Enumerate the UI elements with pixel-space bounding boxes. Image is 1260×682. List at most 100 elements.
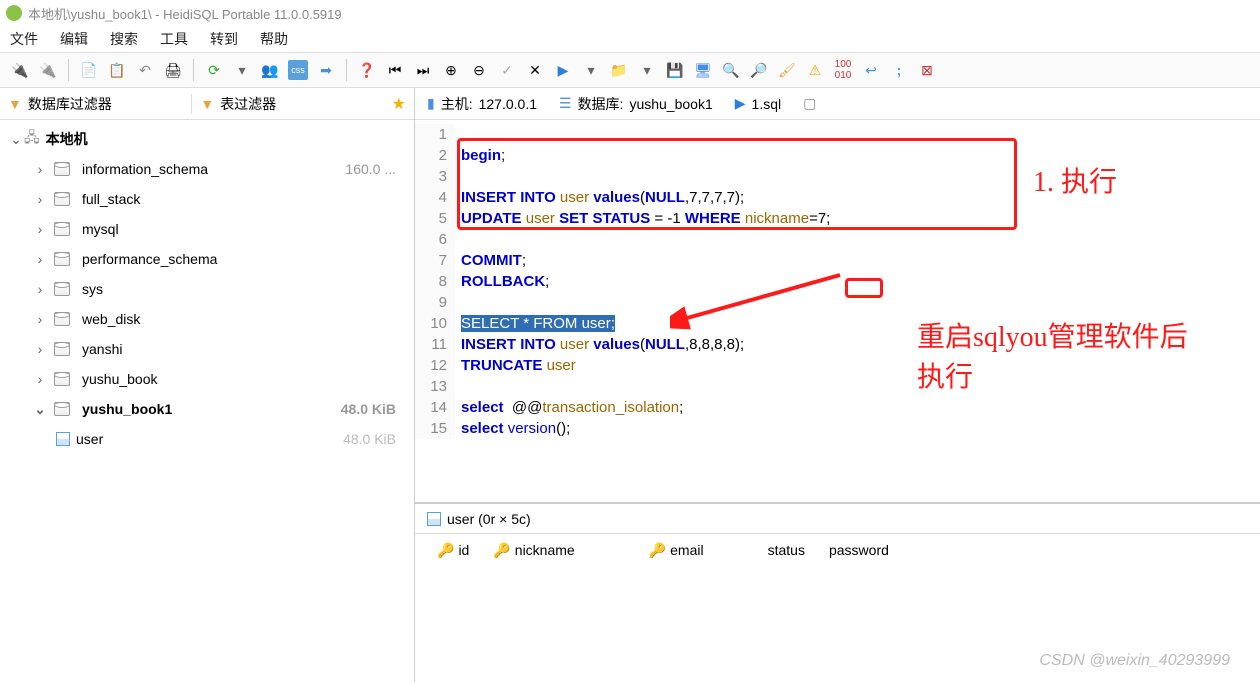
database-icon <box>54 342 70 356</box>
db-icon: ☰ <box>559 95 572 112</box>
menu-help[interactable]: 帮助 <box>260 29 288 49</box>
results-tab[interactable]: user (0r × 5c) <box>415 504 1260 534</box>
col-id[interactable]: 🔑id <box>427 542 479 559</box>
code-line-8[interactable]: 8ROLLBACK; <box>415 271 1260 292</box>
export-icon[interactable]: ➡ <box>316 60 336 80</box>
tree-item-yanshi[interactable]: ›yanshi <box>0 334 414 364</box>
tab-database[interactable]: ☰ 数据库: yushu_book1 <box>555 94 717 114</box>
tab-host[interactable]: ▮ 主机: 127.0.0.1 <box>423 94 541 114</box>
col-email[interactable]: 🔑email <box>639 542 714 559</box>
paste-icon[interactable]: 📋 <box>107 60 127 80</box>
code-line-15[interactable]: 15select version(); <box>415 418 1260 439</box>
menu-goto[interactable]: 转到 <box>210 29 238 49</box>
tree-item-yushu_book[interactable]: ›yushu_book <box>0 364 414 394</box>
wrap-icon[interactable]: ↩ <box>861 60 881 80</box>
host-label: 主机: <box>441 94 473 114</box>
key-icon: 🔑 <box>437 542 454 559</box>
menu-tools[interactable]: 工具 <box>160 29 188 49</box>
tree-root[interactable]: ⌄🖧 本地机 <box>0 124 414 154</box>
tree-item-performance_schema[interactable]: ›performance_schema <box>0 244 414 274</box>
funnel-icon: ▼ <box>200 96 214 112</box>
code-line-1[interactable]: 1 <box>415 124 1260 145</box>
host-icon: 🖧 <box>24 127 40 151</box>
tab-sql[interactable]: ▶ 1.sql <box>731 95 785 112</box>
users-icon[interactable]: 👥 <box>260 60 280 80</box>
funnel-icon: ▼ <box>8 96 22 112</box>
code-line-10[interactable]: 10SELECT * FROM user; <box>415 313 1260 334</box>
help-icon[interactable]: ❓ <box>357 60 377 80</box>
star-icon[interactable]: ★ <box>384 94 414 114</box>
tree-item-sys[interactable]: ›sys <box>0 274 414 304</box>
search-icon[interactable]: 🔍 <box>721 60 741 80</box>
table-filter-tab[interactable]: ▼ 表过滤器 <box>191 94 383 114</box>
disconnect-icon[interactable]: 🔌 <box>38 60 58 80</box>
results-columns: 🔑id 🔑nickname 🔑email status password <box>415 534 1260 566</box>
newtab-icon: ▢ <box>803 95 816 112</box>
binary-icon[interactable]: 100010 <box>833 60 853 80</box>
db-filter-tab[interactable]: ▼ 数据库过滤器 <box>0 94 191 114</box>
menu-file[interactable]: 文件 <box>10 29 38 49</box>
tree-item-user[interactable]: user48.0 KiB <box>0 424 414 454</box>
run-icon[interactable]: ▶ <box>553 60 573 80</box>
code-line-9[interactable]: 9 <box>415 292 1260 313</box>
copy-icon[interactable]: 📄 <box>79 60 99 80</box>
print-icon[interactable]: 🖨 <box>163 60 183 80</box>
code-line-6[interactable]: 6 <box>415 229 1260 250</box>
search2-icon[interactable]: 🔎 <box>749 60 769 80</box>
database-icon <box>54 312 70 326</box>
stop-icon[interactable]: ⊠ <box>917 60 937 80</box>
menu-edit[interactable]: 编辑 <box>60 29 88 49</box>
save-icon[interactable]: 💾 <box>665 60 685 80</box>
monitor-icon[interactable]: 🖥 <box>693 60 713 80</box>
table-icon <box>56 432 70 446</box>
tree-item-full_stack[interactable]: ›full_stack <box>0 184 414 214</box>
sql-editor[interactable]: 12begin;34INSERT INTO user values(NULL,7… <box>415 120 1260 502</box>
remove-icon[interactable]: ⊖ <box>469 60 489 80</box>
db-label: 数据库: <box>578 94 624 114</box>
server-icon: ▮ <box>427 95 435 112</box>
code-line-4[interactable]: 4INSERT INTO user values(NULL,7,7,7,7); <box>415 187 1260 208</box>
table-icon <box>427 512 441 526</box>
dropdown3-icon[interactable]: ▾ <box>637 60 657 80</box>
confirm-icon[interactable]: ✓ <box>497 60 517 80</box>
brush-icon[interactable]: 🖌 <box>777 60 797 80</box>
menu-search[interactable]: 搜索 <box>110 29 138 49</box>
col-password[interactable]: password <box>819 542 899 558</box>
semicolon-icon[interactable]: ; <box>889 60 909 80</box>
tree-item-information_schema[interactable]: ›information_schema160.0 ... <box>0 154 414 184</box>
cancel-icon[interactable]: ✕ <box>525 60 545 80</box>
dropdown-icon[interactable]: ▾ <box>232 60 252 80</box>
code-line-5[interactable]: 5UPDATE user SET STATUS = -1 WHERE nickn… <box>415 208 1260 229</box>
titlebar: 本地机\yushu_book1\ - HeidiSQL Portable 11.… <box>0 0 1260 26</box>
tree-item-web_disk[interactable]: ›web_disk <box>0 304 414 334</box>
col-status[interactable]: status <box>758 542 815 558</box>
tree-item-mysql[interactable]: ›mysql <box>0 214 414 244</box>
db-filter-label: 数据库过滤器 <box>28 94 112 114</box>
refresh-icon[interactable]: ⟳ <box>204 60 224 80</box>
prev-icon[interactable]: ⏮ <box>385 60 405 80</box>
db-tree[interactable]: ⌄🖧 本地机›information_schema160.0 ...›full_… <box>0 120 414 682</box>
folder-icon[interactable]: 📁 <box>609 60 629 80</box>
undo-icon[interactable]: ↶ <box>135 60 155 80</box>
code-line-11[interactable]: 11INSERT INTO user values(NULL,8,8,8,8); <box>415 334 1260 355</box>
css-icon[interactable]: css <box>288 60 308 80</box>
code-line-3[interactable]: 3 <box>415 166 1260 187</box>
dropdown2-icon[interactable]: ▾ <box>581 60 601 80</box>
code-line-12[interactable]: 12TRUNCATE user <box>415 355 1260 376</box>
next-icon[interactable]: ⏭ <box>413 60 433 80</box>
database-icon <box>54 402 70 416</box>
code-line-2[interactable]: 2begin; <box>415 145 1260 166</box>
key-icon: 🔑 <box>649 542 666 559</box>
code-line-13[interactable]: 13 <box>415 376 1260 397</box>
tab-new[interactable]: ▢ <box>799 95 820 112</box>
right-panel: ▮ 主机: 127.0.0.1 ☰ 数据库: yushu_book1 ▶ 1.s… <box>415 88 1260 682</box>
add-icon[interactable]: ⊕ <box>441 60 461 80</box>
col-nickname[interactable]: 🔑nickname <box>483 542 584 559</box>
code-line-14[interactable]: 14select @@transaction_isolation; <box>415 397 1260 418</box>
tab-bar: ▮ 主机: 127.0.0.1 ☰ 数据库: yushu_book1 ▶ 1.s… <box>415 88 1260 120</box>
warning-icon[interactable]: ⚠ <box>805 60 825 80</box>
tree-item-yushu_book1[interactable]: ⌄yushu_book148.0 KiB <box>0 394 414 424</box>
connect-icon[interactable]: 🔌 <box>10 60 30 80</box>
key-icon: 🔑 <box>493 542 510 559</box>
code-line-7[interactable]: 7COMMIT; <box>415 250 1260 271</box>
